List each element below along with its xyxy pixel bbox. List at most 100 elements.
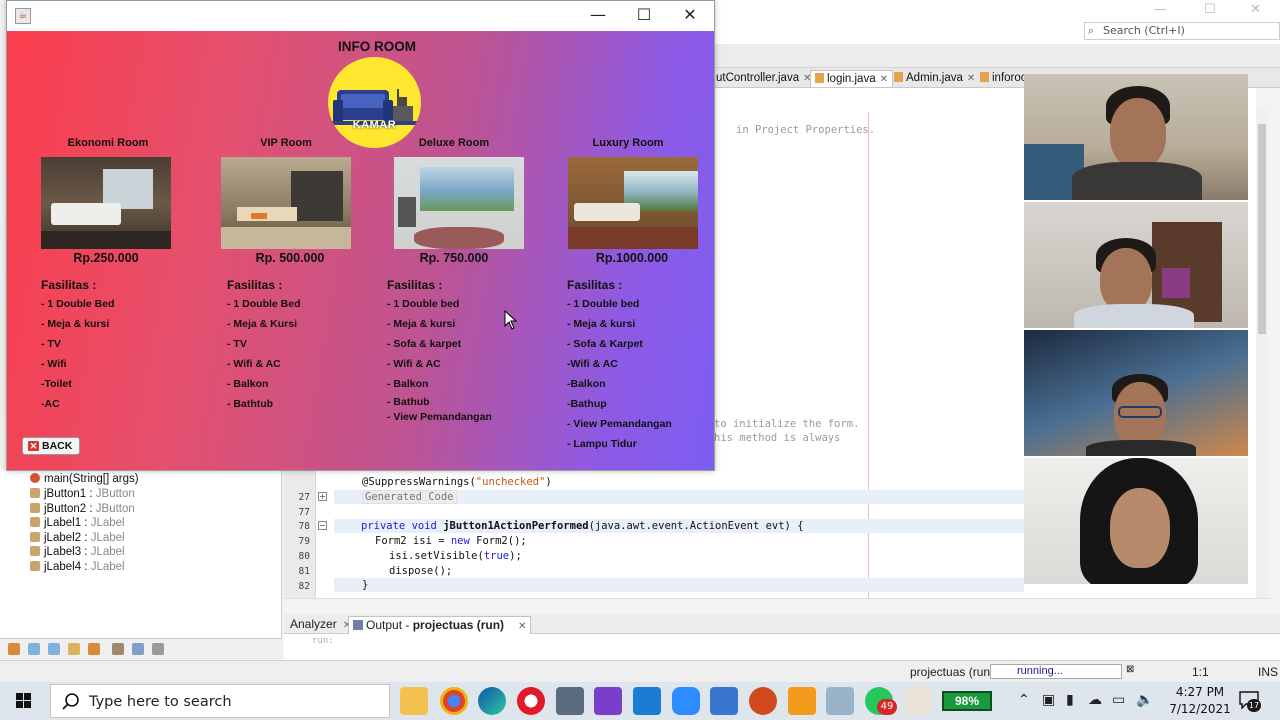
facility-item: - Meja & Kursi xyxy=(227,318,298,330)
filter-icon[interactable] xyxy=(88,643,100,655)
chevron-up-icon[interactable]: ⌃ xyxy=(1018,692,1030,708)
chrome-icon[interactable] xyxy=(440,687,468,715)
camera-icon[interactable]: ▣ xyxy=(1042,692,1055,708)
notification-badge: 49 xyxy=(877,699,897,715)
output-console[interactable]: run: xyxy=(284,634,1280,660)
maximize-button[interactable]: ☐ xyxy=(621,1,667,31)
vscode-icon[interactable] xyxy=(633,687,661,715)
ide-minimize-button[interactable]: — xyxy=(1154,2,1167,17)
scrollbar-thumb[interactable] xyxy=(1258,124,1266,334)
ide-close-button[interactable]: ✕ xyxy=(1250,2,1261,17)
facility-item: - Meja & kursi xyxy=(41,318,110,330)
navigator-item[interactable]: jLabel3 : JLabel xyxy=(30,546,125,558)
info-room-panel: INFO ROOM KAMAR Ekonomi Room VIP Room De… xyxy=(7,31,714,470)
close-icon[interactable]: ✕ xyxy=(967,73,975,84)
facility-item: - Sofa & Karpet xyxy=(567,338,643,350)
notification-center-button[interactable]: 17 xyxy=(1238,690,1262,712)
output-icon xyxy=(353,620,363,630)
ide-search-input[interactable]: ⌕ Search (Ctrl+I) xyxy=(1084,22,1280,40)
battery-indicator[interactable]: 98% xyxy=(942,691,992,711)
search-icon xyxy=(62,693,79,710)
code-line[interactable]: @SuppressWarnings("unchecked") xyxy=(362,476,552,488)
code-line[interactable]: Generated Code xyxy=(362,490,457,504)
room-photo-luxury xyxy=(568,157,698,249)
video-participant-3[interactable] xyxy=(1024,330,1248,456)
video-participant-4[interactable] xyxy=(1024,458,1248,584)
volume-icon[interactable]: 🔈 xyxy=(1136,692,1153,708)
file-explorer-icon[interactable] xyxy=(400,687,428,715)
video-participant-2[interactable] xyxy=(1024,202,1248,328)
minimize-button[interactable]: — xyxy=(575,1,621,31)
editor-horizontal-scrollbar[interactable] xyxy=(284,598,1270,614)
code-line[interactable]: private void jButton1ActionPerformed(jav… xyxy=(361,520,804,532)
cloud-icon[interactable]: ☁ xyxy=(1088,692,1102,708)
tab-admin[interactable]: Admin.java ✕ xyxy=(890,70,979,87)
zoom-icon[interactable] xyxy=(672,687,700,715)
line-number: 77 xyxy=(298,507,310,518)
powerpoint-icon[interactable] xyxy=(749,687,777,715)
tab-login[interactable]: login.java ✕ xyxy=(810,70,893,87)
back-button[interactable]: ✕ BACK xyxy=(22,437,80,455)
java-file-icon xyxy=(815,73,824,83)
filter-icon[interactable] xyxy=(8,643,20,655)
visual-studio-icon[interactable] xyxy=(594,687,622,715)
navigator-item[interactable]: jLabel1 : JLabel xyxy=(30,517,125,529)
facility-item: - Lampu Tidur xyxy=(567,438,637,450)
app-icon[interactable] xyxy=(556,687,584,715)
devcpp-icon[interactable] xyxy=(710,687,738,715)
field-icon xyxy=(30,532,40,542)
virtualbox-icon[interactable] xyxy=(826,687,854,715)
java-icon[interactable] xyxy=(904,687,932,715)
sort-icon[interactable] xyxy=(132,643,144,655)
edge-icon[interactable] xyxy=(478,687,506,715)
code-line[interactable]: isi.setVisible(true); xyxy=(389,550,522,562)
room-photo-deluxe xyxy=(394,157,524,249)
system-clock[interactable]: 4:27 PM 7/12/2021 xyxy=(1158,684,1242,718)
cancel-icon[interactable]: ⊠ xyxy=(1126,664,1134,675)
editor-vertical-scrollbar[interactable] xyxy=(1256,108,1268,598)
navigator-item[interactable]: main(String[] args) xyxy=(30,473,139,485)
filter-icon[interactable] xyxy=(28,643,40,655)
tab-output[interactable]: Output - projectuas (run) ✕ xyxy=(348,616,532,634)
insert-mode: INS xyxy=(1258,665,1279,679)
field-icon xyxy=(30,546,40,556)
tab-controller[interactable]: utController.java ✕ xyxy=(712,70,816,87)
filter-icon[interactable] xyxy=(48,643,60,655)
sort-icon[interactable] xyxy=(152,643,164,655)
microphone-icon[interactable]: ▮ xyxy=(1066,692,1074,708)
tab-analyzer[interactable]: Analyzer ✕ xyxy=(286,616,355,634)
navigator-item[interactable]: jLabel2 : JLabel xyxy=(30,532,125,544)
battery-icon[interactable]: ▭ xyxy=(1112,692,1125,708)
navigator-item[interactable]: jButton2 : JButton xyxy=(30,503,135,515)
start-button[interactable] xyxy=(0,682,48,720)
taskbar-search[interactable]: Type here to search xyxy=(50,684,390,718)
code-line[interactable]: dispose(); xyxy=(389,565,452,577)
navigator-item[interactable]: jButton1 : JButton xyxy=(30,488,135,500)
facility-item: - 1 Double bed xyxy=(567,298,640,310)
code-line[interactable]: } xyxy=(362,579,368,591)
filter-icon[interactable] xyxy=(68,643,80,655)
navigator-toolbar xyxy=(0,638,282,660)
fold-expand-icon[interactable]: + xyxy=(318,492,327,501)
facility-item: - 1 Double Bed xyxy=(41,298,115,310)
video-participant-1[interactable] xyxy=(1024,74,1248,200)
navigator-item[interactable]: jLabel4 : JLabel xyxy=(30,561,125,573)
tab-inforoom[interactable]: inforoo xyxy=(976,70,1031,87)
facility-item: - Bathub xyxy=(387,396,430,408)
navigator-panel: main(String[] args) jButton1 : JButton j… xyxy=(0,470,282,660)
window-titlebar[interactable]: ☕ — ☐ ✕ xyxy=(7,1,714,31)
close-icon[interactable]: ✕ xyxy=(880,74,888,85)
status-project[interactable]: projectuas (run) xyxy=(910,665,994,679)
code-line-highlight xyxy=(334,578,1024,592)
opera-icon[interactable] xyxy=(517,687,545,715)
fold-collapse-icon[interactable]: − xyxy=(318,521,327,530)
close-icon[interactable]: ✕ xyxy=(518,621,526,632)
status-bar: projectuas (run) running... ⊠ 1:1 INS xyxy=(0,660,1280,682)
sort-icon[interactable] xyxy=(112,643,124,655)
xampp-icon[interactable] xyxy=(788,687,816,715)
ide-maximize-button[interactable]: ☐ xyxy=(1204,2,1216,17)
code-line[interactable]: Form2 isi = new Form2(); xyxy=(375,535,527,547)
whatsapp-icon[interactable]: 49 xyxy=(865,687,897,715)
close-button[interactable]: ✕ xyxy=(667,1,713,31)
facilities-heading: Fasilitas : xyxy=(567,278,623,292)
